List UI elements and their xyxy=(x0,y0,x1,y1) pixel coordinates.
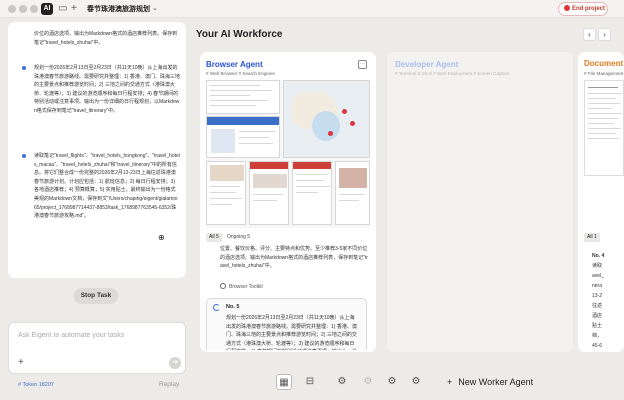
browser-screenshot[interactable] xyxy=(206,116,280,158)
stop-task-button[interactable]: Stop Task xyxy=(74,288,118,304)
task-text: 位置、餐饮价格、评分、主要特点和优势。至少推荐3-5家不同价位的酒店选项。输出为… xyxy=(220,246,368,270)
task-text-line: 13-2 xyxy=(592,293,603,299)
replay-button[interactable]: Replay xyxy=(159,381,179,388)
more-options-icon[interactable]: ⋯ xyxy=(358,60,367,69)
agent-icon-3[interactable]: ⚙ xyxy=(384,374,400,390)
end-project-label: End project xyxy=(572,6,606,12)
tab-all[interactable]: All 1 xyxy=(584,233,600,242)
task-input-placeholder: Ask Eigent to automate your tasks xyxy=(18,332,125,339)
title-bar: AI ▭ + 春节珠港澳旅游规划 ⌄ End project xyxy=(0,0,624,18)
task-text-line: 读取 xyxy=(592,263,603,269)
agent-icon-2[interactable]: ⚙ xyxy=(360,374,376,390)
agent-name: Developer Agent xyxy=(395,60,459,69)
task-text-line: nera xyxy=(592,283,603,289)
new-worker-label: New Worker Agent xyxy=(458,377,534,387)
agent-icon-4[interactable]: ⚙ xyxy=(408,374,424,390)
mouse-cursor-icon: ⊕ xyxy=(158,233,165,242)
token-count: # Token 18207 xyxy=(18,382,54,388)
app-logo: AI xyxy=(41,3,53,15)
window-close-icon[interactable] xyxy=(8,5,16,13)
inbox-icon[interactable]: ⊟ xyxy=(302,374,318,390)
agent-name: Document Agent xyxy=(584,59,624,68)
bullet-icon xyxy=(22,66,26,70)
agent-tags: # File Management xyxy=(584,71,624,76)
agent-tags: # Terminal & Shell # Web Deployment # Sc… xyxy=(395,71,510,76)
chat-message-text: 价位的酒店选项。输出为Markdown格式的酒店推荐列表。保存到笔记"trave… xyxy=(34,31,178,46)
sidebar-icon[interactable]: ▭ xyxy=(58,3,67,15)
task-number: No. 5 xyxy=(226,304,240,310)
end-project-button[interactable]: End project xyxy=(558,2,608,16)
window-minimize-icon[interactable] xyxy=(19,5,27,13)
nav-prev-button[interactable]: ‹ xyxy=(583,28,596,41)
task-list[interactable]: 位置、餐饮价格、评分、主要特点和优势。至少推荐3-5家不同价位的酒店选项。输出为… xyxy=(206,245,370,350)
browser-agent-card[interactable]: Browser Agent # Web Browser # Search Eng… xyxy=(200,52,376,352)
document-agent-card[interactable]: Document Agent # File Management All 1 N… xyxy=(578,52,624,352)
bullet-icon xyxy=(22,154,26,158)
loading-spinner-icon xyxy=(213,304,220,311)
task-filter-tabs: All 5 Ongoing 5 xyxy=(206,233,370,243)
task-number: No. 4 xyxy=(592,253,605,259)
browser-screenshot[interactable] xyxy=(206,161,246,225)
task-text-line: 45-6 xyxy=(592,343,603,349)
chat-message-text: 规划一份2026年2月13日至2月23日（共11天10晚）从上海出发的珠港澳春节… xyxy=(34,65,180,114)
plus-icon: + xyxy=(447,377,453,387)
task-text-line: avel_ xyxy=(592,273,604,279)
chat-message: 价位的酒店选项。输出为Markdown格式的酒店推荐列表。保存到笔记"trave… xyxy=(22,30,180,47)
tab-ongoing[interactable]: Ongoing 5 xyxy=(224,233,253,242)
screenshot-gallery xyxy=(206,80,370,228)
task-text-line: 档， xyxy=(592,333,603,339)
chat-message: 读取笔记"travel_flights"、"travel_hotels_hong… xyxy=(22,152,180,221)
browser-screenshot[interactable] xyxy=(249,161,289,225)
send-arrow-icon[interactable]: ➜ xyxy=(169,357,181,369)
attach-plus-icon[interactable]: + xyxy=(18,358,24,368)
grid-view-icon[interactable]: ▦ xyxy=(276,374,292,390)
new-worker-agent-button[interactable]: + New Worker Agent xyxy=(447,377,539,387)
toolkit-name: Browser Toolkit xyxy=(229,284,263,290)
window-zoom-icon[interactable] xyxy=(30,5,38,13)
nav-next-button[interactable]: › xyxy=(598,28,611,41)
task-text: 规划一份2026年2月13日至2月23日（共11天10晚）从上海出发的珠港澳春节… xyxy=(226,315,357,350)
agent-tags: # Web Browser # Search Engines xyxy=(206,71,275,76)
chevron-down-icon[interactable]: ⌄ xyxy=(152,3,158,15)
tab-all[interactable]: All 5 xyxy=(206,233,222,242)
document-screenshot[interactable] xyxy=(584,80,624,176)
map-screenshot[interactable] xyxy=(283,80,370,158)
browser-screenshot[interactable] xyxy=(292,161,332,225)
browser-screenshot[interactable] xyxy=(206,80,280,114)
task-text-line: 往返 xyxy=(592,303,603,309)
current-task-item[interactable]: No. 5 规划一份2026年2月13日至2月23日（共11天10晚）从上海出发… xyxy=(206,298,367,350)
task-input[interactable]: Ask Eigent to automate your tasks + ➜ xyxy=(8,322,186,374)
globe-icon xyxy=(220,283,226,289)
workforce-title: Your AI Workforce xyxy=(196,29,283,40)
agent-icon[interactable]: ⚙ xyxy=(334,374,350,390)
agent-name: Browser Agent xyxy=(206,60,263,69)
plus-icon[interactable]: + xyxy=(71,3,77,15)
chat-message: 规划一份2026年2月13日至2月23日（共11天10晚）从上海出发的珠港澳春节… xyxy=(22,64,180,116)
task-text-line: 酒店 xyxy=(592,313,603,319)
toolkit-label: Browser Toolkit xyxy=(220,283,263,290)
task-item[interactable]: No. 4 读取 avel_ nera 13-2 往返 酒店 贴士 档， 45-… xyxy=(584,251,624,351)
developer-agent-card[interactable]: Developer Agent # Terminal & Shell # Web… xyxy=(387,52,573,352)
project-title[interactable]: 春节珠港澳旅游规划 xyxy=(87,4,150,14)
task-text-line: 贴士 xyxy=(592,323,603,329)
chat-message-text: 读取笔记"travel_flights"、"travel_hotels_hong… xyxy=(34,153,180,220)
browser-screenshot[interactable] xyxy=(335,161,370,225)
stop-icon xyxy=(564,5,570,11)
